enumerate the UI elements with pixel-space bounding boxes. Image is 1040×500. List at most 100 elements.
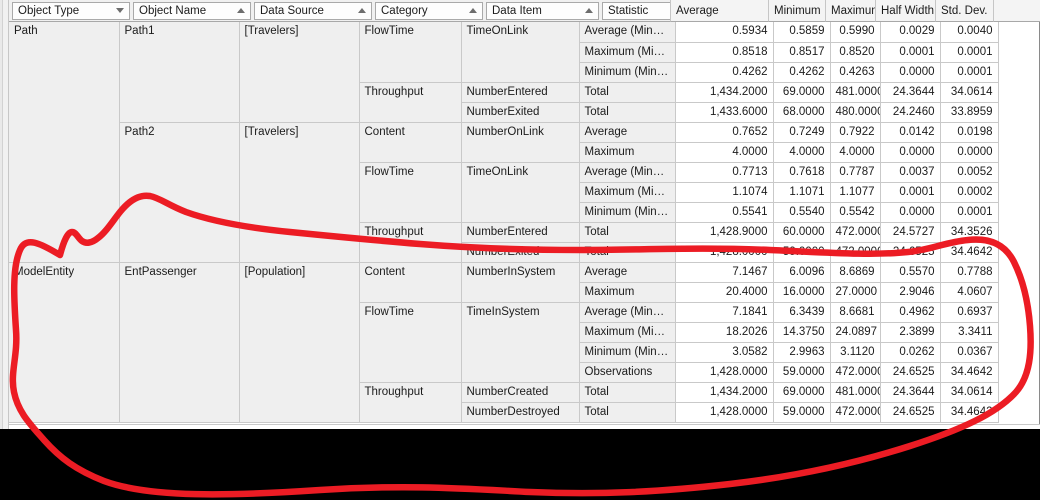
object-type-cell: Path	[9, 22, 120, 263]
statistic-cell: Maximum	[579, 142, 676, 163]
data-item-cell: NumberOnLink	[461, 122, 580, 163]
value-cell-average: 0.5934	[675, 22, 774, 43]
value-cell-average: 1,434.2000	[675, 382, 774, 403]
value-cell-minimum: 69.0000	[773, 82, 831, 103]
value-cell-std-dev: 0.7788	[940, 262, 999, 283]
sort-ascending-icon[interactable]	[469, 8, 477, 13]
grid-bottom-strip	[9, 424, 1040, 429]
group-chip-label: Data Source	[260, 4, 324, 17]
screenshot-root: Object Type Object Name Data Source Categor…	[0, 0, 1040, 500]
value-cell-maximum: 3.1120	[830, 342, 881, 363]
group-chip-object-name[interactable]: Object Name	[133, 1, 251, 20]
value-cell-average: 4.0000	[675, 142, 774, 163]
value-cell-maximum: 472.0000	[830, 402, 881, 423]
value-cell-std-dev: 0.6937	[940, 302, 999, 323]
column-header-std-dev[interactable]: Std. Dev.	[935, 0, 993, 22]
value-cell-std-dev: 34.0614	[940, 382, 999, 403]
statistic-cell: Average (Minut...	[579, 162, 676, 183]
group-chip-label: Object Name	[139, 4, 207, 17]
statistics-data-grid[interactable]: Object Type Object Name Data Source Categor…	[0, 0, 1040, 429]
group-chip-label: Object Type	[18, 4, 80, 17]
value-cell-average: 0.7713	[675, 162, 774, 183]
sort-ascending-icon[interactable]	[237, 8, 245, 13]
data-item-cell: NumberCreated	[461, 382, 580, 403]
table-row[interactable]: ModelEntity EntPassenger [Population] Conte…	[9, 262, 999, 423]
value-cell-maximum: 481.0000	[830, 82, 881, 103]
value-cell-half-width: 24.3644	[880, 82, 941, 103]
data-item-cell: NumberInSystem	[461, 262, 580, 303]
category-cell: FlowTime	[359, 162, 462, 223]
data-item-cell: NumberEntered	[461, 82, 580, 103]
value-cell-std-dev: 34.0614	[940, 82, 999, 103]
group-chip-data-source[interactable]: Data Source	[254, 1, 372, 20]
group-chip-indicators	[206, 8, 245, 13]
table-row[interactable]: Path2 [Travelers] Content NumberOnLink Avera…	[9, 122, 999, 263]
statistic-cell: Total	[579, 82, 676, 103]
value-cell-maximum: 0.7922	[830, 122, 881, 143]
group-chip-object-type[interactable]: Object Type	[12, 1, 130, 20]
value-cell-std-dev: 3.3411	[940, 322, 999, 343]
value-cell-average: 3.0582	[675, 342, 774, 363]
statistic-cell: Average	[579, 122, 676, 143]
value-cell-minimum: 16.0000	[773, 282, 831, 303]
group-chip-category[interactable]: Category	[375, 1, 483, 20]
statistic-cell: Maximum	[579, 282, 676, 303]
value-cell-maximum: 472.0000	[830, 362, 881, 383]
value-cell-average: 1,428.9000	[675, 222, 774, 243]
value-cell-average: 20.4000	[675, 282, 774, 303]
value-cell-half-width: 24.2460	[880, 102, 941, 123]
column-header-minimum[interactable]: Minimum	[768, 0, 825, 22]
value-cell-minimum: 6.3439	[773, 302, 831, 323]
statistic-cell: Maximum (Minut...	[579, 182, 676, 203]
value-cell-minimum: 59.0000	[773, 362, 831, 383]
value-cell-half-width: 2.3899	[880, 322, 941, 343]
category-cell: Throughput	[359, 382, 462, 423]
value-cell-std-dev: 0.0001	[940, 42, 999, 63]
column-header-average[interactable]: Average	[670, 0, 768, 22]
value-cell-average: 18.2026	[675, 322, 774, 343]
value-cell-half-width: 0.0029	[880, 22, 941, 43]
value-cell-minimum: 0.7249	[773, 122, 831, 143]
category-cell: Throughput	[359, 82, 462, 123]
table-row[interactable]: Path Path1 [Travelers] FlowTime TimeOnLink Av…	[9, 22, 999, 263]
value-cell-maximum: 27.0000	[830, 282, 881, 303]
value-cell-half-width: 2.9046	[880, 282, 941, 303]
value-cell-minimum: 0.7618	[773, 162, 831, 183]
value-cell-half-width: 24.6525	[880, 242, 941, 263]
value-cell-average: 1,434.2000	[675, 82, 774, 103]
sort-ascending-icon[interactable]	[585, 8, 593, 13]
column-header-half-width[interactable]: Half Width	[875, 0, 935, 22]
value-cell-half-width: 24.5727	[880, 222, 941, 243]
value-cell-half-width: 0.5570	[880, 262, 941, 283]
value-cell-average: 7.1467	[675, 262, 774, 283]
value-cell-std-dev: 0.0000	[940, 142, 999, 163]
data-source-cell: [Travelers]	[239, 122, 360, 263]
table-body: Path Path1 [Travelers] FlowTime TimeOnLink Av…	[9, 22, 999, 423]
value-cell-half-width: 0.4962	[880, 302, 941, 323]
value-cell-std-dev: 0.0198	[940, 122, 999, 143]
value-cell-average: 1,433.6000	[675, 102, 774, 123]
column-header-row[interactable]: Average Minimum Maximum Half Width Std. Dev.	[670, 0, 993, 22]
sort-descending-icon[interactable]	[116, 8, 124, 13]
value-cell-std-dev: 34.4642	[940, 402, 999, 423]
value-cell-average: 0.5541	[675, 202, 774, 223]
value-cell-half-width: 24.3644	[880, 382, 941, 403]
grid-body[interactable]: Path Path1 [Travelers] FlowTime TimeOnLink Av…	[9, 22, 1040, 424]
category-cell: Content	[359, 262, 462, 303]
value-cell-maximum: 0.4263	[830, 62, 881, 83]
value-cell-half-width: 0.0262	[880, 342, 941, 363]
statistic-cell: Maximum (Minut...	[579, 322, 676, 343]
column-header-maximum[interactable]: Maximum	[825, 0, 881, 22]
value-cell-half-width: 0.0001	[880, 182, 941, 203]
object-name-cell: Path2	[119, 122, 240, 263]
sort-ascending-icon[interactable]	[358, 8, 366, 13]
data-item-cell: NumberExited	[461, 102, 580, 123]
group-chip-label: Category	[381, 4, 428, 17]
data-source-cell: [Population]	[239, 262, 360, 423]
value-cell-std-dev: 34.4642	[940, 362, 999, 383]
value-cell-half-width: 0.0000	[880, 202, 941, 223]
group-chip-data-item[interactable]: Data Item	[486, 1, 599, 20]
group-chip-label: Statistic	[608, 4, 649, 17]
statistic-cell: Minimum (Minutes)	[579, 202, 676, 223]
value-cell-minimum: 59.0000	[773, 242, 831, 263]
